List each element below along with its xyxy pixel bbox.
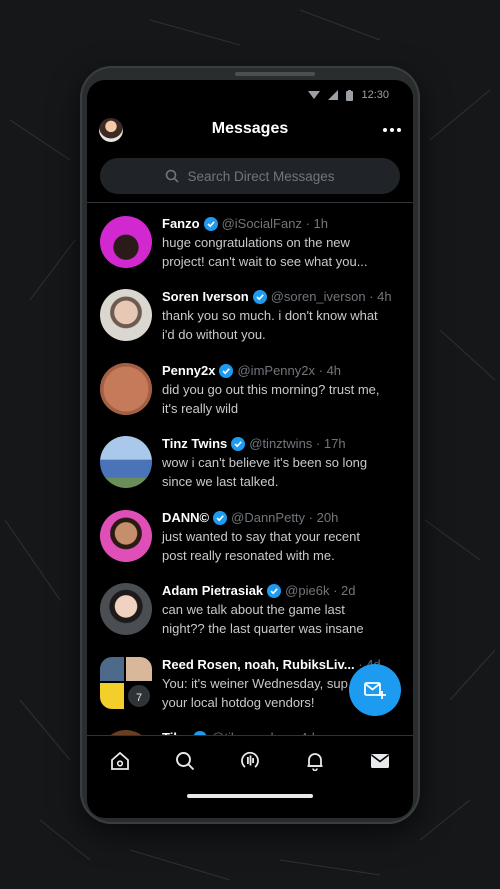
home-icon: [110, 751, 129, 770]
list-item[interactable]: Fanzo @iSocialFanz · 1h huge congratulat…: [87, 204, 413, 278]
tab-messages[interactable]: [362, 743, 398, 779]
tab-spaces[interactable]: [232, 743, 268, 779]
list-item[interactable]: DANN© @DannPetty · 20h just wanted to sa…: [87, 498, 413, 572]
conversation-name: Tinz Twins: [162, 436, 228, 451]
new-message-button[interactable]: [349, 664, 401, 716]
tab-search[interactable]: [167, 743, 203, 779]
notifications-icon: [307, 752, 323, 771]
search-icon: [166, 169, 180, 183]
message-preview: huge congratulations on the new project!…: [162, 235, 368, 269]
phone-frame: 12:30 Messages Search Direct Messages Fa…: [80, 66, 420, 824]
search-icon: [175, 751, 194, 770]
conversation-handle: @iSocialFanz: [221, 216, 302, 231]
conversation-name: DANN©: [162, 510, 210, 525]
conversation-time: 4h: [326, 363, 342, 378]
verified-badge-icon: [213, 510, 228, 525]
conversation-handle: @tinztwins: [249, 436, 313, 451]
group-member-count: 7: [126, 683, 152, 709]
phone-speaker: [235, 72, 315, 76]
conversation-handle: @soren_iverson: [270, 289, 366, 304]
tab-home[interactable]: [102, 743, 138, 779]
message-preview: can we talk about the game last night?? …: [162, 602, 364, 636]
list-item[interactable]: Adam Pietrasiak @pie6k · 2d can we talk …: [87, 571, 413, 645]
avatar: [100, 510, 152, 562]
conversation-name: Reed Rosen, noah, RubiksLiv...: [162, 657, 355, 672]
verified-badge-icon: [203, 216, 218, 231]
list-item[interactable]: Penny2x @imPenny2x · 4h did you go out t…: [87, 351, 413, 425]
conversation-name: Penny2x: [162, 363, 216, 378]
status-bar: 12:30: [87, 80, 413, 110]
conversation-name: Soren Iverson: [162, 289, 249, 304]
status-time: 12:30: [361, 89, 389, 101]
cellular-signal-icon: [328, 90, 339, 100]
page-title: Messages: [211, 120, 289, 137]
group-avatar: 7: [100, 657, 152, 709]
verified-badge-icon: [219, 363, 234, 378]
search-input[interactable]: Search Direct Messages: [100, 158, 400, 194]
tab-notifications[interactable]: [297, 743, 333, 779]
home-indicator[interactable]: [187, 794, 313, 798]
avatar: [100, 583, 152, 635]
more-options-icon[interactable]: [381, 122, 403, 138]
verified-badge-icon: [267, 583, 282, 598]
conversation-time: 1h: [313, 216, 328, 231]
search-placeholder: Search Direct Messages: [187, 168, 335, 184]
header: Messages: [87, 110, 413, 150]
conversation-name: Fanzo: [162, 216, 200, 231]
new-message-icon: [364, 682, 386, 699]
messages-icon: [371, 753, 390, 768]
conversation-time: 20h: [316, 510, 339, 525]
spaces-icon: [241, 751, 259, 768]
conversation-time: 17h: [323, 436, 346, 451]
avatar: [100, 289, 152, 341]
list-item[interactable]: Soren Iverson @soren_iverson · 4h thank …: [87, 277, 413, 351]
avatar: [100, 436, 152, 488]
phone-screen: 12:30 Messages Search Direct Messages Fa…: [87, 80, 413, 818]
conversation-handle: @pie6k: [285, 583, 330, 598]
divider: [87, 202, 413, 203]
conversation-name: Adam Pietrasiak: [162, 583, 264, 598]
bottom-tab-bar: [87, 735, 413, 785]
conversation-time: 2d: [341, 583, 356, 598]
message-preview: thank you so much. i don't know what i'd…: [162, 308, 378, 342]
list-item[interactable]: Tinz Twins @tinztwins · 17h wow i can't …: [87, 424, 413, 498]
avatar: [100, 216, 152, 268]
conversation-handle: @imPenny2x: [237, 363, 315, 378]
message-preview: did you go out this morning? trust me, i…: [162, 382, 380, 416]
battery-icon: [346, 89, 354, 101]
avatar: [100, 363, 152, 415]
conversation-handle: @DannPetty: [231, 510, 306, 525]
message-preview: just wanted to say that your recent post…: [162, 529, 360, 563]
wifi-icon: [308, 91, 321, 99]
verified-badge-icon: [231, 436, 246, 451]
conversation-time: 4h: [377, 289, 392, 304]
message-preview: wow i can't believe it's been so long si…: [162, 455, 368, 489]
verified-badge-icon: [252, 289, 267, 304]
